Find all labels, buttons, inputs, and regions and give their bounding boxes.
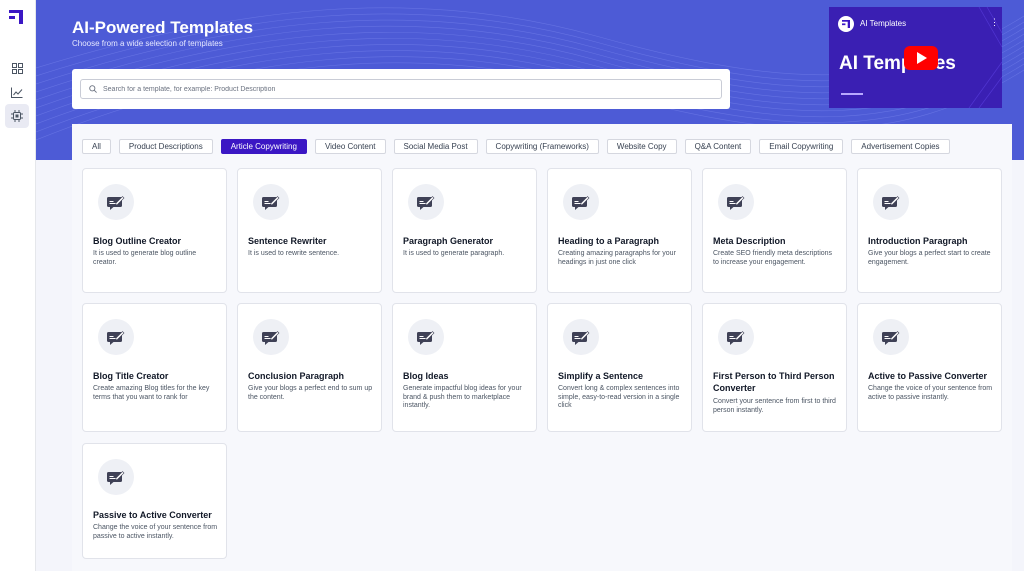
edit-message-icon (417, 195, 435, 210)
tab-all[interactable]: All (82, 139, 111, 154)
template-description: Change the voice of your sentence from p… (93, 524, 218, 540)
sidebar-item-analytics[interactable] (5, 80, 29, 104)
template-title: Conclusion Paragraph (248, 371, 345, 381)
template-card[interactable]: First Person to Third Person Converter C… (702, 303, 847, 432)
template-description: Convert your sentence from first to thir… (713, 398, 836, 414)
template-title: Blog Title Creator (93, 371, 169, 381)
category-tabs: All Product Descriptions Article Copywri… (82, 139, 950, 154)
template-icon-wrap (563, 184, 599, 220)
sidebar-item-dashboard[interactable] (5, 56, 29, 80)
search-icon (89, 85, 97, 93)
template-icon-wrap (253, 184, 289, 220)
template-icon-wrap (563, 319, 599, 355)
template-title: Active to Passive Converter (868, 371, 988, 381)
template-icon-wrap (873, 184, 909, 220)
template-title: Sentence Rewriter (248, 236, 327, 246)
video-channel-title: AI Templates (860, 19, 907, 28)
channel-avatar[interactable] (838, 16, 854, 32)
template-icon-wrap (718, 184, 754, 220)
template-description: Convert long & complex sentences into si… (558, 385, 680, 409)
edit-message-icon (882, 330, 900, 345)
template-card[interactable]: Passive to Active Converter Change the v… (82, 443, 227, 559)
template-card[interactable]: Active to Passive Converter Change the v… (857, 303, 1002, 432)
tab-email-copywriting[interactable]: Email Copywriting (759, 139, 844, 154)
tab-product-descriptions[interactable]: Product Descriptions (118, 139, 213, 154)
edit-message-icon (107, 470, 125, 485)
edit-message-icon (262, 195, 280, 210)
template-card[interactable]: Sentence Rewriter It is used to rewrite … (237, 168, 382, 293)
template-description: Change the voice of your sentence from a… (868, 385, 993, 401)
template-title: Introduction Paragraph (868, 236, 968, 246)
template-card[interactable]: Meta Description Create SEO friendly met… (702, 168, 847, 293)
brand-logo-icon (842, 20, 850, 28)
edit-message-icon (107, 195, 125, 210)
video-headline: AI Templates (839, 53, 956, 74)
tab-social-media-post[interactable]: Social Media Post (393, 139, 478, 154)
template-description: Creating amazing paragraphs for your hea… (558, 250, 676, 266)
template-title: Meta Description (713, 236, 786, 246)
template-title: Blog Ideas (403, 371, 449, 381)
template-title: Simplify a Sentence (558, 371, 644, 381)
template-title: First Person to Third Person Converter (713, 371, 835, 393)
video-caption-line (841, 93, 863, 95)
tab-article-copywriting[interactable]: Article Copywriting (220, 139, 307, 154)
template-icon-wrap (98, 319, 134, 355)
edit-message-icon (882, 195, 900, 210)
template-icon-wrap (408, 319, 444, 355)
edit-message-icon (107, 330, 125, 345)
template-icon-wrap (253, 319, 289, 355)
template-description: Generate impactful blog ideas for your b… (403, 385, 522, 409)
template-icon-wrap (408, 184, 444, 220)
analytics-chart-icon (11, 87, 23, 98)
template-card[interactable]: Simplify a Sentence Convert long & compl… (547, 303, 692, 432)
edit-message-icon (727, 195, 745, 210)
template-icon-wrap (98, 184, 134, 220)
template-icon-wrap (873, 319, 909, 355)
tab-advertisement-copies[interactable]: Advertisement Copies (851, 139, 950, 154)
template-title: Heading to a Paragraph (558, 236, 660, 246)
template-icon-wrap (718, 319, 754, 355)
page-title: AI-Powered Templates (72, 18, 254, 37)
sidebar-item-templates[interactable] (5, 104, 29, 128)
edit-message-icon (417, 330, 435, 345)
template-card[interactable]: Blog Title Creator Create amazing Blog t… (82, 303, 227, 432)
template-description: It is used to generate paragraph. (403, 250, 505, 257)
edit-message-icon (262, 330, 280, 345)
template-card[interactable]: Introduction Paragraph Give your blogs a… (857, 168, 1002, 293)
tab-qa-content[interactable]: Q&A Content (684, 139, 752, 154)
tab-website-copy[interactable]: Website Copy (606, 139, 677, 154)
dashboard-grid-icon (11, 62, 23, 74)
edit-message-icon (572, 330, 590, 345)
template-card[interactable]: Blog Outline Creator It is used to gener… (82, 168, 227, 293)
template-card[interactable]: Paragraph Generator It is used to genera… (392, 168, 537, 293)
tab-video-content[interactable]: Video Content (314, 139, 386, 154)
template-card[interactable]: Conclusion Paragraph Give your blogs a p… (237, 303, 382, 432)
template-description: Create amazing Blog titles for the key t… (93, 385, 210, 401)
edit-message-icon (572, 195, 590, 210)
template-description: It is used to rewrite sentence. (248, 250, 340, 257)
template-description: Create SEO friendly meta descriptions to… (713, 250, 833, 266)
search-box[interactable] (80, 79, 722, 99)
search-card (72, 69, 730, 109)
template-description: It is used to generate blog outline crea… (93, 250, 197, 266)
template-title: Passive to Active Converter (93, 510, 212, 520)
play-button-icon[interactable] (904, 46, 938, 70)
page-subtitle: Choose from a wide selection of template… (72, 39, 223, 48)
template-card[interactable]: Heading to a Paragraph Creating amazing … (547, 168, 692, 293)
tab-copywriting-frameworks[interactable]: Copywriting (Frameworks) (485, 139, 599, 154)
video-more-icon[interactable]: ⋮ (990, 18, 999, 27)
template-icon-wrap (98, 459, 134, 495)
search-input[interactable] (103, 85, 703, 93)
template-title: Blog Outline Creator (93, 236, 182, 246)
edit-message-icon (727, 330, 745, 345)
template-title: Paragraph Generator (403, 236, 494, 246)
ai-chip-icon (11, 110, 23, 122)
brand-logo-icon[interactable] (9, 10, 23, 24)
sidebar-rail (0, 0, 36, 571)
template-description: Give your blogs a perfect start to creat… (868, 250, 991, 266)
template-card[interactable]: Blog Ideas Generate impactful blog ideas… (392, 303, 537, 432)
template-description: Give your blogs a perfect end to sum up … (248, 385, 373, 401)
